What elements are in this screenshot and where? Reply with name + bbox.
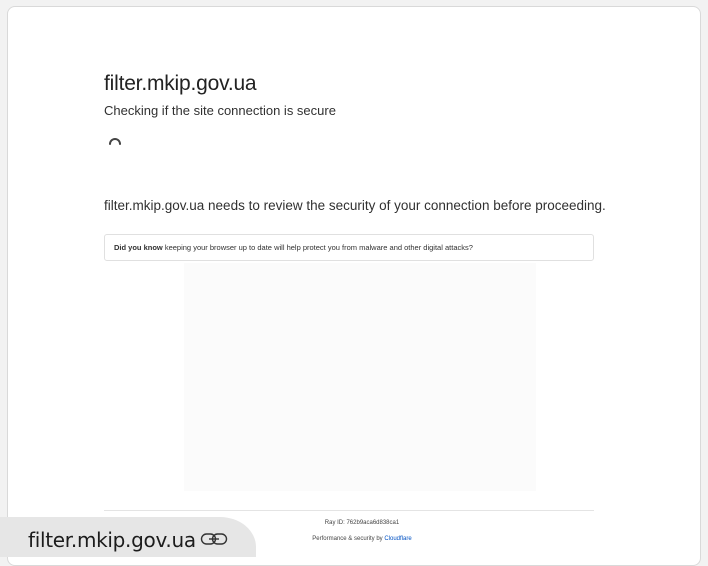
loading-spinner-icon bbox=[109, 138, 121, 145]
security-review-message: filter.mkip.gov.ua needs to review the s… bbox=[104, 198, 606, 213]
cloudflare-link[interactable]: Cloudflare bbox=[384, 536, 411, 542]
url-status-text: filter.mkip.gov.ua bbox=[28, 528, 196, 552]
ray-id: Ray ID: 762b9aca6d838ca1 bbox=[324, 520, 400, 526]
tip-text: keeping your browser up to date will hel… bbox=[162, 243, 473, 252]
challenge-pane bbox=[184, 263, 536, 491]
page-title: filter.mkip.gov.ua bbox=[104, 72, 257, 95]
tip-bold: Did you know bbox=[114, 243, 163, 252]
link-icon bbox=[200, 533, 228, 545]
performance-prefix: Performance & security by bbox=[312, 536, 385, 542]
checking-status: Checking if the site connection is secur… bbox=[104, 103, 336, 118]
footer-divider bbox=[104, 510, 594, 511]
did-you-know-tip: Did you know keeping your browser up to … bbox=[104, 234, 594, 261]
performance-credit: Performance & security by Cloudflare bbox=[262, 536, 462, 542]
